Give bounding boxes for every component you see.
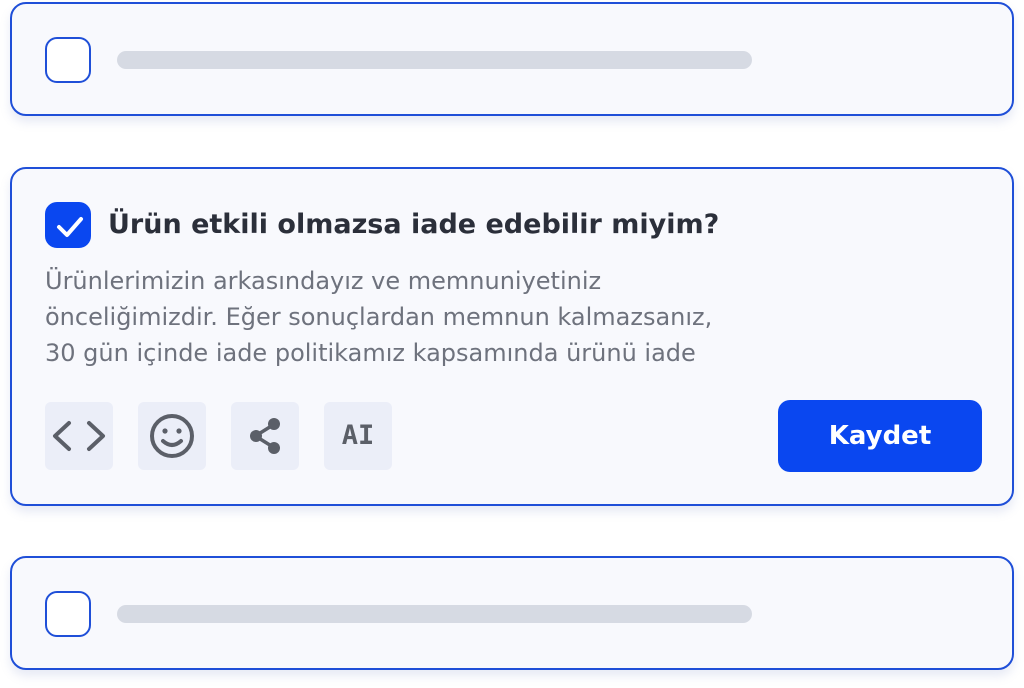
emoji-icon (150, 414, 194, 458)
share-button[interactable] (231, 402, 299, 470)
faq-checkbox[interactable] (45, 591, 91, 637)
save-button[interactable]: Kaydet (778, 400, 982, 472)
faq-card-collapsed[interactable] (10, 2, 1014, 116)
ai-button[interactable]: AI (324, 402, 392, 470)
code-button[interactable] (45, 402, 113, 470)
share-icon (250, 418, 280, 454)
faq-checkbox[interactable] (45, 37, 91, 83)
code-icon (53, 421, 105, 451)
faq-question: Ürün etkili olmazsa iade edebilir miyim? (108, 209, 720, 240)
checkmark-icon (57, 217, 83, 237)
placeholder-text-bar (117, 51, 752, 69)
faq-answer-line: Ürünlerimizin arkasındayız ve memnuniyet… (45, 267, 602, 295)
ai-icon: AI (341, 420, 375, 451)
faq-answer-line: 30 gün içinde iade politikamız kapsamınd… (45, 339, 696, 367)
placeholder-text-bar (117, 605, 752, 623)
faq-card-collapsed[interactable] (10, 556, 1014, 670)
faq-checkbox-checked[interactable] (45, 202, 91, 248)
faq-card-expanded: Ürün etkili olmazsa iade edebilir miyim?… (10, 167, 1014, 506)
faq-answer-line: önceliğimizdir. Eğer sonuçlardan memnun … (45, 303, 713, 331)
faq-answer[interactable]: Ürünlerimizin arkasındayız ve memnuniyet… (45, 263, 845, 371)
emoji-button[interactable] (138, 402, 206, 470)
